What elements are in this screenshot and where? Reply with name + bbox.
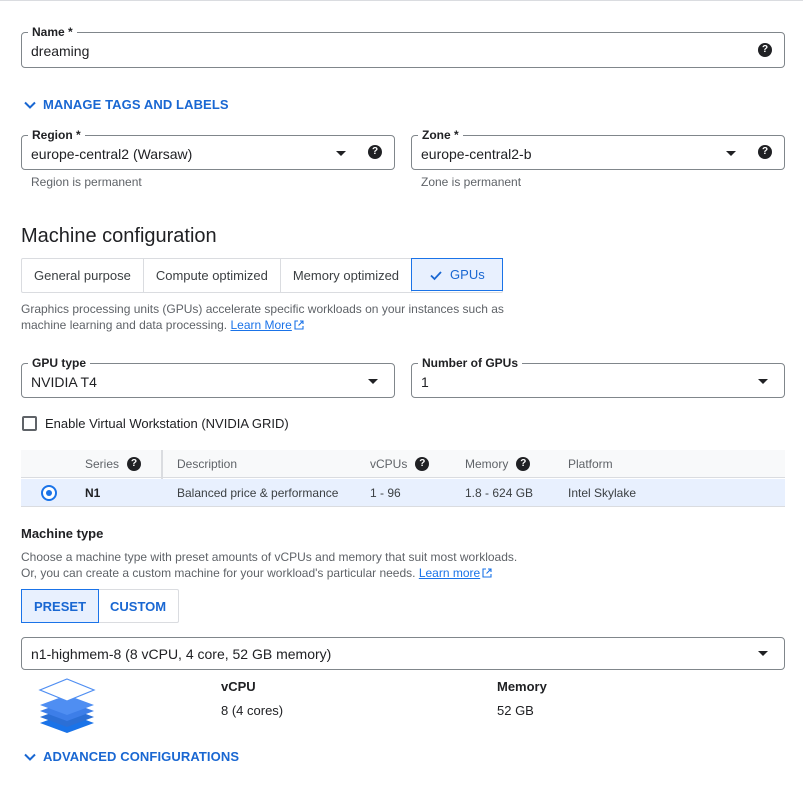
dropdown-arrow-icon [758,651,768,656]
zone-select[interactable]: Zone * europe-central2-b ? [411,127,785,170]
tab-label: Memory optimized [292,268,400,283]
machine-type-heading: Machine type [21,526,104,541]
zone-hint: Zone is permanent [421,175,522,189]
tab-label: GPUs [450,267,485,282]
zone-value: europe-central2-b [421,146,532,162]
vcpus-cell: 1 - 96 [370,486,401,500]
region-value: europe-central2 (Warsaw) [31,146,193,162]
machine-family-tabs: General purpose Compute optimized Memory… [21,258,503,293]
virtual-workstation-label: Enable Virtual Workstation (NVIDIA GRID) [45,416,289,431]
dropdown-arrow-icon [336,151,346,156]
custom-label: CUSTOM [110,598,167,614]
open-in-new-icon [294,320,304,330]
open-in-new-icon [482,568,492,578]
gpu-count-select[interactable]: Number of GPUs 1 [411,355,785,398]
help-circle-icon[interactable]: ? [127,457,142,471]
description-cell: Balanced price & performance [177,486,339,500]
custom-button[interactable]: CUSTOM [98,590,178,622]
dropdown-arrow-icon [758,379,768,384]
table-header: Series ? Description vCPUs ? Memory ? Pl… [21,450,785,478]
name-field-label: Name * [28,24,77,40]
machine-mode-toggle: PRESET CUSTOM [21,589,180,623]
manage-tags-label: MANAGE TAGS AND LABELS [43,97,229,112]
gpu-description-line2: machine learning and data processing. [21,318,228,332]
help-circle-icon[interactable]: ? [415,457,430,471]
dropdown-arrow-icon [726,151,736,156]
machine-configuration-heading: Machine configuration [21,225,217,247]
column-header-description: Description [177,457,238,471]
advanced-configurations-label: ADVANCED CONFIGURATIONS [43,749,240,764]
tab-compute-optimized[interactable]: Compute optimized [144,259,281,292]
help-circle-icon[interactable]: ? [758,145,772,159]
column-header-memory: Memory ? [465,450,531,478]
help-circle-icon[interactable]: ? [368,145,382,159]
memory-value: 52 GB [497,703,534,718]
gpu-description: Graphics processing units (GPUs) acceler… [21,301,581,333]
table-row[interactable]: N1 Balanced price & performance 1 - 96 1… [21,479,785,507]
region-select[interactable]: Region * europe-central2 (Warsaw) ? [21,127,395,170]
header-label: vCPUs [370,457,408,471]
help-circle-icon[interactable]: ? [516,457,531,471]
learn-more-link[interactable]: Learn More [230,318,291,332]
column-header-series: Series ? [85,450,142,478]
dropdown-arrow-icon [368,379,378,384]
machine-type-value: n1-highmem-8 (8 vCPU, 4 core, 52 GB memo… [31,646,332,662]
chevron-down-icon [24,753,36,761]
platform-cell: Intel Skylake [568,486,637,500]
header-label: Memory [465,457,509,471]
tab-general-purpose[interactable]: General purpose [22,259,144,292]
stacked-layers-icon [38,678,96,733]
column-header-vcpus: vCPUs ? [370,450,430,478]
machine-type-description: Choose a machine type with preset amount… [21,549,621,581]
help-circle-icon[interactable]: ? [758,43,772,57]
check-icon [430,270,442,280]
gpu-count-label: Number of GPUs [418,355,523,371]
gpu-type-select[interactable]: GPU type NVIDIA T4 [21,355,395,398]
series-table: Series ? Description vCPUs ? Memory ? Pl… [21,450,785,507]
advanced-configurations-expander[interactable]: ADVANCED CONFIGURATIONS [23,749,239,764]
gpu-type-label: GPU type [28,355,91,371]
machine-type-desc-line2: Or, you can create a custom machine for … [21,566,416,580]
machine-type-desc-line1: Choose a machine type with preset amount… [21,550,518,564]
vcpu-value: 8 (4 cores) [221,703,284,718]
manage-tags-expander[interactable]: MANAGE TAGS AND LABELS [23,97,229,112]
zone-label: Zone * [418,127,463,143]
gpu-type-value: NVIDIA T4 [31,374,97,390]
top-divider [0,0,803,1]
memory-cell: 1.8 - 624 GB [465,486,534,500]
region-label: Region * [28,127,85,143]
tab-memory-optimized[interactable]: Memory optimized [281,259,413,292]
memory-label: Memory [497,679,547,694]
gpu-count-value: 1 [421,374,429,390]
header-label: Series [85,457,120,471]
tab-label: Compute optimized [155,268,268,283]
machine-type-select[interactable]: n1-highmem-8 (8 vCPU, 4 core, 52 GB memo… [21,637,785,670]
preset-button[interactable]: PRESET [21,589,100,623]
learn-more-link[interactable]: Learn more [419,566,480,580]
gpu-description-line1: Graphics processing units (GPUs) acceler… [21,302,504,316]
virtual-workstation-checkbox[interactable] [22,416,37,431]
series-radio[interactable] [41,485,57,501]
series-cell: N1 [85,486,101,500]
vcpu-label: vCPU [221,679,256,694]
name-field[interactable]: Name * dreaming ? [21,24,785,68]
name-field-value: dreaming [31,43,90,59]
region-hint: Region is permanent [31,175,142,189]
preset-label: PRESET [34,598,87,614]
tab-label: General purpose [34,268,131,283]
chevron-down-icon [24,101,36,109]
column-header-platform: Platform [568,457,613,471]
tab-gpus[interactable]: GPUs [411,258,503,291]
